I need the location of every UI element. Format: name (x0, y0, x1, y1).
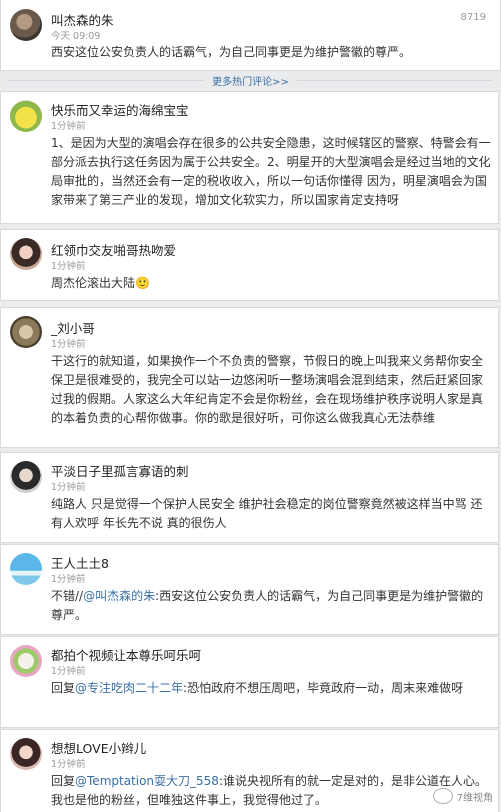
comment-text: 不错//@叫杰森的朱:西安这位公安负责人的话霸气，为自己同事更是为维护警徽的尊严… (51, 587, 491, 625)
comment-item: 平淡日子里孤言寡语的刺 1分钟前 纯路人 只是觉得一个保护人民安全 维护社会稳定… (0, 452, 499, 543)
comment-username[interactable]: 王人土土8 (51, 553, 109, 572)
comment-username[interactable]: 红领巾交友啪哥热吻爱 (51, 240, 176, 259)
comment-text: 1、是因为大型的演唱会存在很多的公共安全隐患，这时候辖区的警察、特警会有一部分派… (51, 136, 491, 207)
comment-text: 西安这位公安负责人的话霸气，为自己同事更是为维护警徽的尊严。 (51, 45, 412, 59)
comment-item: 红领巾交友啪哥热吻爱 1分钟前 周杰伦滚出大陆🙂 (0, 229, 499, 301)
comment-username[interactable]: 叫杰森的朱 (51, 10, 114, 29)
mention-link[interactable]: @叫杰森的朱 (83, 589, 155, 603)
comment-prefix: 回复 (51, 774, 76, 788)
more-hot-comments-bar: 更多热门评论>> (0, 70, 501, 93)
comment-username[interactable]: 平淡日子里孤言寡语的刺 (51, 461, 189, 480)
comment-item: 都拍个视频让本尊乐呵乐呵 1分钟前 回复@专注吃肉二十二年:恐怕政府不想压周吧，… (0, 636, 499, 728)
comment-prefix: 不错// (51, 589, 84, 603)
avatar[interactable] (10, 738, 42, 770)
avatar[interactable] (10, 100, 42, 132)
comment-time: 今天 09:09 (51, 31, 101, 42)
watermark: 7维视角 (432, 788, 493, 804)
comment-username[interactable]: 快乐而又幸运的海绵宝宝 (51, 100, 189, 119)
comment-time: 1分钟前 (51, 759, 86, 770)
comment-text: 干这行的就知道，如果换作一个不负责的警察，节假日的晚上叫我来义务帮你安全保卫是很… (51, 354, 484, 425)
wechat-logo-icon (432, 788, 453, 804)
comment-quote: :恐怕政府不想压周吧，毕竟政府一动，周末来难做呀 (183, 681, 464, 695)
avatar[interactable] (10, 645, 42, 677)
comment-username[interactable]: 都拍个视频让本尊乐呵乐呵 (51, 645, 201, 664)
comment-item: _刘小哥 1分钟前 干这行的就知道，如果换作一个不负责的警察，节假日的晚上叫我来… (0, 307, 499, 448)
comment-item: 想想LOVE小辫儿 1分钟前 回复@Temptation耍大刀_558:谁说央视… (0, 729, 499, 812)
comment-item: 王人土土8 1分钟前 不错//@叫杰森的朱:西安这位公安负责人的话霸气，为自己同… (0, 544, 499, 635)
comment-time: 1分钟前 (51, 339, 86, 350)
comment-text: 纯路人 只是觉得一个保护人民安全 维护社会稳定的岗位警察竟然被这样当中骂 还有人… (51, 497, 483, 530)
avatar[interactable] (10, 461, 42, 493)
comment-prefix: 回复 (51, 681, 76, 695)
comment-time: 1分钟前 (51, 574, 86, 585)
watermark-text: 7维视角 (456, 792, 493, 804)
comment-time: 1分钟前 (51, 121, 86, 132)
mention-link[interactable]: @专注吃肉二十二年 (75, 681, 183, 695)
avatar[interactable] (10, 316, 42, 348)
comment-time: 1分钟前 (51, 482, 86, 493)
avatar[interactable] (10, 238, 42, 270)
avatar[interactable] (10, 9, 42, 41)
comment-time: 1分钟前 (51, 261, 86, 272)
top-comment-card: 叫杰森的朱 今天 09:09 8719 西安这位公安负责人的话霸气，为自己同事更… (0, 0, 501, 71)
comment-item: 快乐而又幸运的海绵宝宝 1分钟前 1、是因为大型的演唱会存在很多的公共安全隐患，… (0, 91, 499, 224)
comment-text: 回复@专注吃肉二十二年:恐怕政府不想压周吧，毕竟政府一动，周末来难做呀 (51, 679, 491, 698)
mention-link[interactable]: @Temptation耍大刀_558 (75, 774, 219, 788)
comment-username[interactable]: 想想LOVE小辫儿 (51, 738, 146, 757)
more-hot-comments-link[interactable]: 更多热门评论>> (204, 72, 297, 93)
comment-text: 周杰伦滚出大陆🙂 (51, 276, 150, 290)
comment-time: 1分钟前 (51, 666, 86, 677)
comment-text: 回复@Temptation耍大刀_558:谁说央视所有的就一定是对的，是非公道在… (51, 772, 491, 810)
comment-username[interactable]: _刘小哥 (51, 318, 95, 337)
avatar[interactable] (10, 553, 42, 585)
like-count[interactable]: 8719 (461, 12, 486, 23)
